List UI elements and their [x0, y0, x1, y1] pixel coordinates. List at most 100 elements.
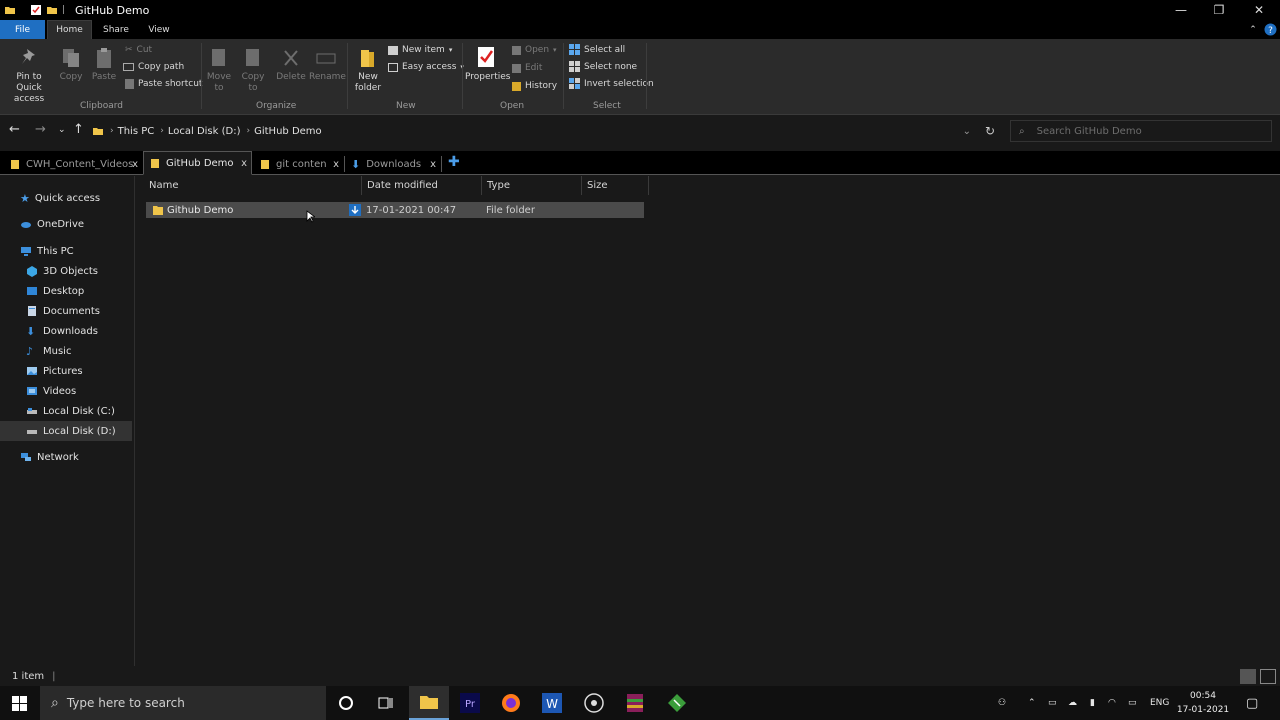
winrar-icon[interactable]	[615, 686, 655, 720]
large-icons-view-icon[interactable]	[1260, 669, 1276, 684]
notification-center-icon[interactable]: ▢	[1246, 686, 1258, 720]
new-tab-plus-icon[interactable]: ✚	[448, 154, 460, 170]
refresh-icon[interactable]: ↻	[985, 124, 995, 138]
cut-button[interactable]: ✂ Cut	[125, 45, 152, 55]
address-bar[interactable]: › This PC › Local Disk (D:) › GitHub Dem…	[88, 120, 1002, 142]
tab-git-conten[interactable]: git conten x	[254, 153, 343, 175]
onedrive-tray-icon[interactable]: ☁	[1068, 686, 1077, 720]
word-icon[interactable]: W	[532, 686, 572, 720]
minimize-button[interactable]: —	[1162, 0, 1200, 20]
nav-quick-access[interactable]: ★ Quick access	[20, 188, 100, 208]
close-tab-icon[interactable]: x	[132, 159, 138, 170]
premiere-pro-icon[interactable]: Pr	[450, 686, 490, 720]
wifi-icon[interactable]: ◠	[1108, 686, 1116, 720]
ribbon-tab-bar: File Home Share View ⌃ ?	[0, 20, 1280, 39]
obs-icon[interactable]	[574, 686, 614, 720]
paste-button[interactable]: Paste	[90, 47, 118, 83]
tab-file[interactable]: File	[0, 20, 45, 39]
nav-music[interactable]: ♪ Music	[26, 341, 71, 361]
copy-button[interactable]: Copy	[58, 47, 84, 83]
clock[interactable]: 00:54 17-01-2021	[1172, 689, 1234, 717]
firefox-icon[interactable]	[491, 686, 531, 720]
breadcrumb-separator-icon[interactable]: ›	[247, 126, 251, 136]
nav-desktop[interactable]: Desktop	[26, 281, 84, 301]
select-all-button[interactable]: Select all	[569, 44, 625, 55]
tab-home[interactable]: Home	[47, 20, 92, 39]
properties-button[interactable]: Properties	[465, 45, 510, 83]
breadcrumb-this-pc[interactable]: This PC	[118, 126, 155, 137]
easy-access-button[interactable]: Easy access▾	[388, 62, 464, 72]
battery-icon[interactable]: ▭	[1128, 686, 1137, 720]
new-folder-qa-icon[interactable]	[46, 4, 58, 16]
microphone-icon[interactable]: ▮	[1090, 686, 1095, 720]
people-icon[interactable]: ⚇	[998, 686, 1006, 720]
up-arrow-icon[interactable]: ↑	[73, 122, 84, 137]
new-folder-button[interactable]: New folder	[352, 47, 384, 94]
table-row[interactable]: Github Demo 17-01-2021 00:47 File folder	[146, 202, 644, 218]
forward-arrow-icon[interactable]: →	[35, 122, 46, 137]
details-view-icon[interactable]	[1240, 669, 1256, 684]
copy-to-button[interactable]: Copy to	[239, 47, 267, 94]
windows-start-icon[interactable]	[12, 696, 27, 711]
tab-cwh-content-videos[interactable]: CWH_Content_Videos x	[4, 153, 142, 175]
breadcrumb-separator-icon[interactable]: ›	[110, 126, 114, 136]
paste-shortcut-icon	[125, 79, 134, 89]
tab-github-demo[interactable]: GitHub Demo x	[143, 151, 252, 175]
task-view-icon[interactable]	[366, 686, 406, 720]
meet-now-icon[interactable]: ▭	[1048, 686, 1057, 720]
git-icon[interactable]	[657, 686, 697, 720]
move-to-button[interactable]: Move to	[205, 47, 233, 94]
paste-shortcut-button[interactable]: Paste shortcut	[125, 79, 202, 89]
nav-documents[interactable]: Documents	[26, 301, 100, 321]
nav-local-disk-d[interactable]: Local Disk (D:)	[0, 421, 132, 441]
qa-dropdown-icon[interactable]: |	[62, 5, 65, 15]
column-header-size[interactable]: Size	[582, 176, 649, 195]
nav-local-disk-c[interactable]: Local Disk (C:)	[26, 401, 115, 421]
tab-view[interactable]: View	[140, 20, 178, 39]
show-hidden-icons-icon[interactable]: ⌃	[1028, 686, 1036, 720]
close-tab-icon[interactable]: x	[430, 159, 436, 170]
collapse-ribbon-icon[interactable]: ⌃	[1246, 20, 1260, 39]
select-none-button[interactable]: Select none	[569, 61, 637, 72]
close-tab-icon[interactable]: x	[333, 159, 339, 170]
nav-onedrive[interactable]: OneDrive	[20, 214, 84, 234]
breadcrumb-local-disk-d[interactable]: Local Disk (D:)	[168, 126, 241, 137]
help-icon[interactable]: ?	[1264, 23, 1277, 36]
column-header-name[interactable]: Name	[144, 176, 362, 195]
pin-to-quick-access-button[interactable]: Pin to Quick access	[4, 47, 54, 105]
recent-locations-icon[interactable]: ⌄	[58, 125, 66, 135]
nav-pictures[interactable]: Pictures	[26, 361, 83, 381]
file-explorer-icon[interactable]	[409, 686, 449, 720]
maximize-button[interactable]: ❐	[1200, 0, 1238, 20]
invert-selection-button[interactable]: Invert selection	[569, 78, 654, 89]
nav-downloads[interactable]: ⬇ Downloads	[26, 321, 98, 341]
nav-videos[interactable]: Videos	[26, 381, 76, 401]
taskbar-search-input[interactable]: ⌕ Type here to search	[40, 686, 326, 720]
breadcrumb-github-demo[interactable]: GitHub Demo	[254, 126, 322, 137]
back-arrow-icon[interactable]: ←	[9, 122, 20, 137]
address-dropdown-icon[interactable]: ⌄	[963, 126, 971, 137]
properties-check-icon[interactable]	[30, 4, 42, 16]
tab-share[interactable]: Share	[94, 20, 138, 39]
cortana-icon[interactable]	[326, 686, 366, 720]
column-header-type[interactable]: Type	[482, 176, 582, 195]
nav-3d-objects[interactable]: 3D Objects	[26, 261, 98, 281]
rename-button[interactable]: Rename	[309, 47, 346, 83]
close-tab-icon[interactable]: x	[241, 158, 247, 169]
search-input[interactable]: ⌕ Search GitHub Demo	[1010, 120, 1272, 142]
history-button[interactable]: History	[512, 81, 557, 91]
nav-this-pc[interactable]: This PC	[20, 241, 74, 261]
copy-path-button[interactable]: Copy path	[123, 62, 184, 72]
new-item-button[interactable]: New item ▾	[388, 45, 452, 55]
nav-network[interactable]: Network	[20, 447, 79, 467]
breadcrumb-separator-icon[interactable]: ›	[160, 126, 164, 136]
svg-text:Pr: Pr	[465, 699, 476, 710]
tab-downloads[interactable]: ⬇ Downloads x	[345, 153, 440, 175]
column-header-date-modified[interactable]: Date modified	[362, 176, 482, 195]
close-button[interactable]: ✕	[1240, 0, 1278, 20]
language-indicator[interactable]: ENG	[1150, 686, 1169, 720]
delete-button[interactable]: Delete	[276, 47, 306, 83]
edit-button[interactable]: Edit	[512, 63, 542, 73]
open-button[interactable]: Open ▾	[512, 45, 557, 55]
svg-text:W: W	[546, 697, 558, 711]
